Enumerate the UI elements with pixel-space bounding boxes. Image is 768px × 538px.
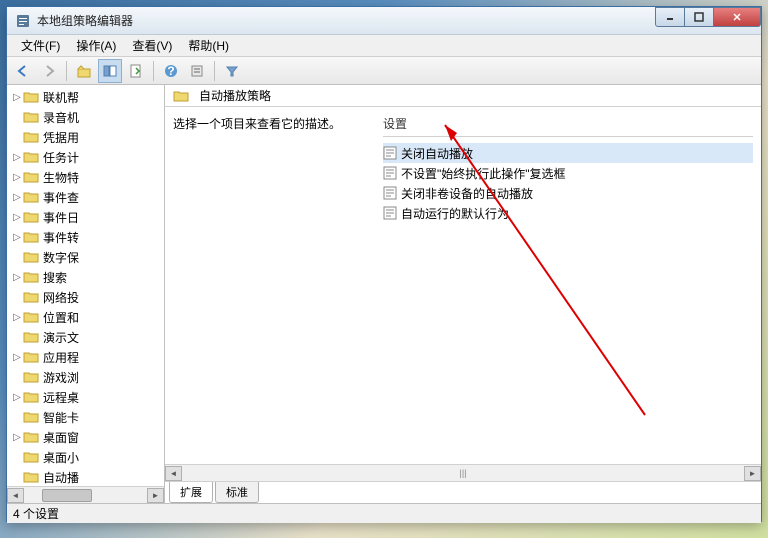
tree-item[interactable]: 桌面小: [7, 447, 164, 467]
tree-item[interactable]: ▷事件查: [7, 187, 164, 207]
content-area: ▷联机帮录音机凭据用▷任务计▷生物特▷事件查▷事件日▷事件转数字保▷搜索网络投▷…: [7, 85, 761, 503]
tree-item[interactable]: ▷生物特: [7, 167, 164, 187]
tree-item[interactable]: ▷任务计: [7, 147, 164, 167]
help-button[interactable]: ?: [159, 59, 183, 83]
tree-item[interactable]: ▷联机帮: [7, 87, 164, 107]
tree-item[interactable]: ▷远程桌: [7, 387, 164, 407]
setting-item[interactable]: 自动运行的默认行为: [383, 203, 753, 223]
back-button[interactable]: [11, 59, 35, 83]
svg-text:?: ?: [167, 64, 174, 78]
tree-item[interactable]: ▷事件日: [7, 207, 164, 227]
tree-item[interactable]: ▷应用程: [7, 347, 164, 367]
view-tabs: 扩展 标准: [165, 481, 761, 503]
export-button[interactable]: [124, 59, 148, 83]
description-hint: 选择一个项目来查看它的描述。: [173, 115, 373, 132]
tree-item[interactable]: 游戏浏: [7, 367, 164, 387]
tree-item[interactable]: 录音机: [7, 107, 164, 127]
toolbar-separator: [66, 61, 67, 81]
menubar: 文件(F) 操作(A) 查看(V) 帮助(H): [7, 35, 761, 57]
toolbar: ?: [7, 57, 761, 85]
setting-item[interactable]: 关闭非卷设备的自动播放: [383, 183, 753, 203]
detail-panel: 自动播放策略 选择一个项目来查看它的描述。 设置 关闭自动播放不设置"始终执行此…: [165, 85, 761, 503]
forward-button[interactable]: [37, 59, 61, 83]
tab-extended[interactable]: 扩展: [169, 482, 213, 503]
tree-item[interactable]: ▷事件转: [7, 227, 164, 247]
app-icon: [15, 13, 31, 29]
filter-button[interactable]: [220, 59, 244, 83]
tree-panel: ▷联机帮录音机凭据用▷任务计▷生物特▷事件查▷事件日▷事件转数字保▷搜索网络投▷…: [7, 85, 165, 503]
tree-item[interactable]: 演示文: [7, 327, 164, 347]
toolbar-separator: [214, 61, 215, 81]
setting-item[interactable]: 不设置"始终执行此操作"复选框: [383, 163, 753, 183]
tree-item[interactable]: ▷搜索: [7, 267, 164, 287]
tree-item[interactable]: 网络投: [7, 287, 164, 307]
menu-view[interactable]: 查看(V): [124, 35, 180, 56]
up-button[interactable]: [72, 59, 96, 83]
maximize-button[interactable]: [684, 7, 714, 27]
current-path: 自动播放策略: [199, 87, 271, 104]
detail-area: 选择一个项目来查看它的描述。 设置 关闭自动播放不设置"始终执行此操作"复选框关…: [165, 107, 761, 464]
tree-item[interactable]: ▷位置和: [7, 307, 164, 327]
toolbar-separator: [153, 61, 154, 81]
settings-column: 设置 关闭自动播放不设置"始终执行此操作"复选框关闭非卷设备的自动播放自动运行的…: [383, 115, 753, 456]
folder-icon: [173, 89, 189, 103]
tree-item[interactable]: 数字保: [7, 247, 164, 267]
description-column: 选择一个项目来查看它的描述。: [173, 115, 383, 456]
tree-item[interactable]: ▷桌面窗: [7, 427, 164, 447]
horizontal-scrollbar[interactable]: ◄ ||| ►: [165, 464, 761, 481]
properties-button[interactable]: [185, 59, 209, 83]
tree-item[interactable]: 凭据用: [7, 127, 164, 147]
tree-item[interactable]: 智能卡: [7, 407, 164, 427]
horizontal-scrollbar[interactable]: ◄ ►: [7, 486, 164, 503]
settings-list: 关闭自动播放不设置"始终执行此操作"复选框关闭非卷设备的自动播放自动运行的默认行…: [383, 143, 753, 223]
statusbar: 4 个设置: [7, 503, 761, 523]
status-text: 4 个设置: [13, 505, 59, 522]
app-window: 本地组策略编辑器 文件(F) 操作(A) 查看(V) 帮助(H) ? ▷联机帮录…: [6, 6, 762, 522]
minimize-button[interactable]: [655, 7, 685, 27]
menu-file[interactable]: 文件(F): [13, 35, 68, 56]
path-bar: 自动播放策略: [165, 85, 761, 107]
close-button[interactable]: [713, 7, 761, 27]
titlebar: 本地组策略编辑器: [7, 7, 761, 35]
settings-header[interactable]: 设置: [383, 115, 753, 137]
window-controls: [656, 7, 761, 27]
tree-item[interactable]: 自动播: [7, 467, 164, 487]
tree-list[interactable]: ▷联机帮录音机凭据用▷任务计▷生物特▷事件查▷事件日▷事件转数字保▷搜索网络投▷…: [7, 85, 164, 487]
menu-action[interactable]: 操作(A): [68, 35, 124, 56]
tab-standard[interactable]: 标准: [215, 482, 259, 503]
setting-item[interactable]: 关闭自动播放: [383, 143, 753, 163]
tree-toggle-button[interactable]: [98, 59, 122, 83]
window-title: 本地组策略编辑器: [37, 12, 656, 29]
menu-help[interactable]: 帮助(H): [180, 35, 237, 56]
